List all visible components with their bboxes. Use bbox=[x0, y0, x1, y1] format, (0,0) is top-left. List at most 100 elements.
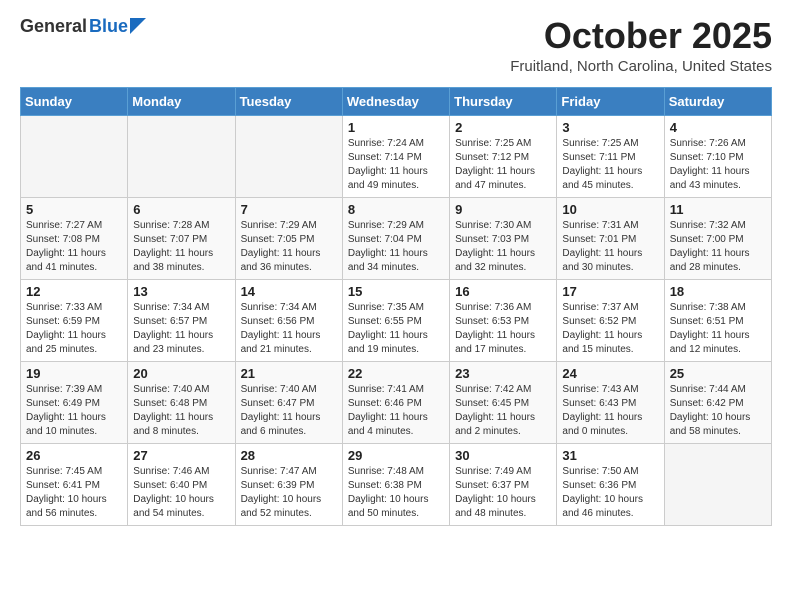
calendar-cell: 28 Sunrise: 7:47 AM Sunset: 6:39 PM Dayli… bbox=[235, 443, 342, 525]
day-info: Sunrise: 7:33 AM Sunset: 6:59 PM Dayligh… bbox=[26, 301, 122, 357]
day-info: Sunrise: 7:27 AM Sunset: 7:08 PM Dayligh… bbox=[26, 219, 122, 275]
column-header-tuesday: Tuesday bbox=[235, 87, 342, 115]
day-info: Sunrise: 7:48 AM Sunset: 6:38 PM Dayligh… bbox=[348, 465, 444, 521]
day-info: Sunrise: 7:37 AM Sunset: 6:52 PM Dayligh… bbox=[562, 301, 658, 357]
calendar-cell: 19Sunrise: 7:39 AM Sunset: 6:49 PM Dayli… bbox=[21, 361, 128, 443]
calendar-cell: 5 Sunrise: 7:27 AM Sunset: 7:08 PM Daylig… bbox=[21, 197, 128, 279]
day-number: 6 bbox=[133, 202, 229, 217]
calendar-cell: 23 Sunrise: 7:42 AM Sunset: 6:45 PM Dayli… bbox=[450, 361, 557, 443]
calendar-cell: 10Sunrise: 7:31 AM Sunset: 7:01 PM Dayli… bbox=[557, 197, 664, 279]
calendar-cell: 21 Sunrise: 7:40 AM Sunset: 6:47 PM Dayli… bbox=[235, 361, 342, 443]
calendar-cell: 14 Sunrise: 7:34 AM Sunset: 6:56 PM Dayli… bbox=[235, 279, 342, 361]
day-number: 1 bbox=[348, 120, 444, 135]
day-info: Sunrise: 7:49 AM Sunset: 6:37 PM Dayligh… bbox=[455, 465, 551, 521]
day-info: Sunrise: 7:26 AM Sunset: 7:10 PM Dayligh… bbox=[670, 137, 766, 193]
day-number: 9 bbox=[455, 202, 551, 217]
day-number: 14 bbox=[241, 284, 337, 299]
logo-general-text: General bbox=[20, 16, 87, 37]
day-info: Sunrise: 7:34 AM Sunset: 6:56 PM Dayligh… bbox=[241, 301, 337, 357]
location-title: Fruitland, North Carolina, United States bbox=[510, 58, 772, 75]
day-info: Sunrise: 7:36 AM Sunset: 6:53 PM Dayligh… bbox=[455, 301, 551, 357]
calendar-cell: 1 Sunrise: 7:24 AM Sunset: 7:14 PM Daylig… bbox=[342, 115, 449, 197]
day-info: Sunrise: 7:40 AM Sunset: 6:47 PM Dayligh… bbox=[241, 383, 337, 439]
week-row-4: 19Sunrise: 7:39 AM Sunset: 6:49 PM Dayli… bbox=[21, 361, 772, 443]
day-number: 21 bbox=[241, 366, 337, 381]
day-number: 3 bbox=[562, 120, 658, 135]
calendar-cell: 26 Sunrise: 7:45 AM Sunset: 6:41 PM Dayli… bbox=[21, 443, 128, 525]
page-header: General Blue October 2025 Fruitland, Nor… bbox=[20, 16, 772, 75]
calendar-cell bbox=[21, 115, 128, 197]
calendar-cell: 7 Sunrise: 7:29 AM Sunset: 7:05 PM Daylig… bbox=[235, 197, 342, 279]
calendar-cell: 12 Sunrise: 7:33 AM Sunset: 6:59 PM Dayli… bbox=[21, 279, 128, 361]
week-row-1: 1 Sunrise: 7:24 AM Sunset: 7:14 PM Daylig… bbox=[21, 115, 772, 197]
day-info: Sunrise: 7:44 AM Sunset: 6:42 PM Dayligh… bbox=[670, 383, 766, 439]
day-number: 2 bbox=[455, 120, 551, 135]
column-header-saturday: Saturday bbox=[664, 87, 771, 115]
day-info: Sunrise: 7:28 AM Sunset: 7:07 PM Dayligh… bbox=[133, 219, 229, 275]
day-info: Sunrise: 7:45 AM Sunset: 6:41 PM Dayligh… bbox=[26, 465, 122, 521]
logo: General Blue bbox=[20, 16, 146, 37]
logo-blue-text: Blue bbox=[89, 16, 128, 37]
day-number: 30 bbox=[455, 448, 551, 463]
day-info: Sunrise: 7:32 AM Sunset: 7:00 PM Dayligh… bbox=[670, 219, 766, 275]
day-info: Sunrise: 7:50 AM Sunset: 6:36 PM Dayligh… bbox=[562, 465, 658, 521]
day-number: 29 bbox=[348, 448, 444, 463]
calendar-cell: 9Sunrise: 7:30 AM Sunset: 7:03 PM Daylig… bbox=[450, 197, 557, 279]
column-header-friday: Friday bbox=[557, 87, 664, 115]
day-number: 20 bbox=[133, 366, 229, 381]
calendar-cell: 22 Sunrise: 7:41 AM Sunset: 6:46 PM Dayli… bbox=[342, 361, 449, 443]
day-number: 17 bbox=[562, 284, 658, 299]
day-info: Sunrise: 7:41 AM Sunset: 6:46 PM Dayligh… bbox=[348, 383, 444, 439]
day-number: 13 bbox=[133, 284, 229, 299]
calendar-cell bbox=[128, 115, 235, 197]
calendar-cell bbox=[664, 443, 771, 525]
week-row-5: 26 Sunrise: 7:45 AM Sunset: 6:41 PM Dayli… bbox=[21, 443, 772, 525]
day-info: Sunrise: 7:40 AM Sunset: 6:48 PM Dayligh… bbox=[133, 383, 229, 439]
calendar-cell bbox=[235, 115, 342, 197]
day-number: 16 bbox=[455, 284, 551, 299]
day-info: Sunrise: 7:34 AM Sunset: 6:57 PM Dayligh… bbox=[133, 301, 229, 357]
day-number: 12 bbox=[26, 284, 122, 299]
day-info: Sunrise: 7:38 AM Sunset: 6:51 PM Dayligh… bbox=[670, 301, 766, 357]
day-number: 7 bbox=[241, 202, 337, 217]
day-info: Sunrise: 7:25 AM Sunset: 7:11 PM Dayligh… bbox=[562, 137, 658, 193]
calendar-cell: 16 Sunrise: 7:36 AM Sunset: 6:53 PM Dayli… bbox=[450, 279, 557, 361]
day-info: Sunrise: 7:43 AM Sunset: 6:43 PM Dayligh… bbox=[562, 383, 658, 439]
column-header-wednesday: Wednesday bbox=[342, 87, 449, 115]
day-number: 22 bbox=[348, 366, 444, 381]
day-number: 26 bbox=[26, 448, 122, 463]
day-number: 18 bbox=[670, 284, 766, 299]
calendar-cell: 25Sunrise: 7:44 AM Sunset: 6:42 PM Dayli… bbox=[664, 361, 771, 443]
month-title: October 2025 bbox=[510, 16, 772, 56]
day-info: Sunrise: 7:24 AM Sunset: 7:14 PM Dayligh… bbox=[348, 137, 444, 193]
day-number: 15 bbox=[348, 284, 444, 299]
calendar-cell: 18 Sunrise: 7:38 AM Sunset: 6:51 PM Dayli… bbox=[664, 279, 771, 361]
day-number: 27 bbox=[133, 448, 229, 463]
day-info: Sunrise: 7:29 AM Sunset: 7:04 PM Dayligh… bbox=[348, 219, 444, 275]
day-number: 19 bbox=[26, 366, 122, 381]
calendar-cell: 8 Sunrise: 7:29 AM Sunset: 7:04 PM Daylig… bbox=[342, 197, 449, 279]
day-number: 5 bbox=[26, 202, 122, 217]
column-header-thursday: Thursday bbox=[450, 87, 557, 115]
calendar-cell: 31 Sunrise: 7:50 AM Sunset: 6:36 PM Dayli… bbox=[557, 443, 664, 525]
calendar-cell: 11 Sunrise: 7:32 AM Sunset: 7:00 PM Dayli… bbox=[664, 197, 771, 279]
day-number: 28 bbox=[241, 448, 337, 463]
day-info: Sunrise: 7:25 AM Sunset: 7:12 PM Dayligh… bbox=[455, 137, 551, 193]
day-number: 11 bbox=[670, 202, 766, 217]
day-number: 23 bbox=[455, 366, 551, 381]
day-number: 31 bbox=[562, 448, 658, 463]
day-info: Sunrise: 7:29 AM Sunset: 7:05 PM Dayligh… bbox=[241, 219, 337, 275]
logo-icon bbox=[130, 18, 146, 34]
calendar-cell: 29 Sunrise: 7:48 AM Sunset: 6:38 PM Dayli… bbox=[342, 443, 449, 525]
title-block: October 2025 Fruitland, North Carolina, … bbox=[510, 16, 772, 75]
day-info: Sunrise: 7:31 AM Sunset: 7:01 PM Dayligh… bbox=[562, 219, 658, 275]
day-info: Sunrise: 7:46 AM Sunset: 6:40 PM Dayligh… bbox=[133, 465, 229, 521]
week-row-3: 12 Sunrise: 7:33 AM Sunset: 6:59 PM Dayli… bbox=[21, 279, 772, 361]
calendar-cell: 6 Sunrise: 7:28 AM Sunset: 7:07 PM Daylig… bbox=[128, 197, 235, 279]
calendar-cell: 24Sunrise: 7:43 AM Sunset: 6:43 PM Dayli… bbox=[557, 361, 664, 443]
day-info: Sunrise: 7:42 AM Sunset: 6:45 PM Dayligh… bbox=[455, 383, 551, 439]
day-info: Sunrise: 7:47 AM Sunset: 6:39 PM Dayligh… bbox=[241, 465, 337, 521]
day-number: 8 bbox=[348, 202, 444, 217]
day-info: Sunrise: 7:35 AM Sunset: 6:55 PM Dayligh… bbox=[348, 301, 444, 357]
calendar-cell: 4Sunrise: 7:26 AM Sunset: 7:10 PM Daylig… bbox=[664, 115, 771, 197]
